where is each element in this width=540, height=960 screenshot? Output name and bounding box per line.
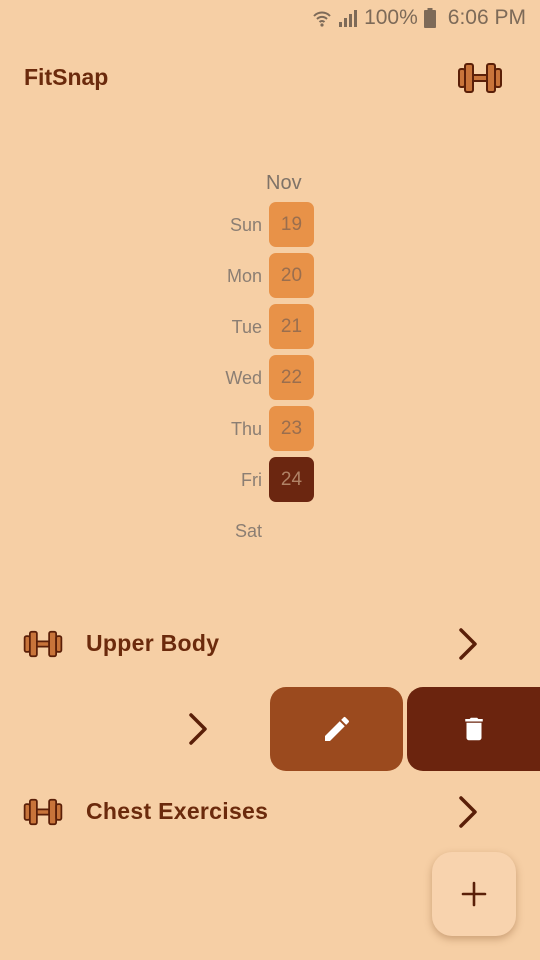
chevron-right-icon[interactable] — [454, 794, 482, 830]
edit-button[interactable] — [270, 687, 403, 771]
day-name: Mon — [226, 266, 262, 286]
day-name: Tue — [231, 317, 262, 337]
trash-icon — [464, 717, 483, 741]
day-row-thu[interactable]: Thu 23 — [0, 406, 540, 452]
day-row-mon[interactable]: Mon 20 — [0, 253, 540, 299]
day-number[interactable]: 21 — [269, 304, 314, 349]
battery-percent: 100% — [364, 6, 418, 29]
day-row-sun[interactable]: Sun 19 — [0, 202, 540, 248]
plus-icon — [461, 881, 487, 907]
day-row-wed[interactable]: Wed 22 — [0, 355, 540, 401]
day-name: Sat — [234, 521, 262, 541]
workout-item-chest-exercises[interactable]: Chest Exercises — [0, 782, 540, 842]
day-name: Fri — [241, 470, 262, 490]
pencil-icon — [324, 716, 349, 741]
add-workout-button[interactable] — [432, 852, 516, 936]
workout-item-upper-body[interactable]: Upper Body — [0, 614, 540, 674]
month-label: Nov — [266, 172, 302, 194]
workout-label: Upper Body — [86, 630, 220, 656]
workout-item-swiped[interactable] — [0, 686, 540, 772]
app-title: FitSnap — [24, 64, 109, 90]
chevron-right-icon[interactable] — [454, 626, 482, 662]
day-name: Thu — [230, 419, 262, 439]
wifi-icon — [313, 11, 331, 27]
clock: 6:06 PM — [447, 6, 526, 29]
day-row-fri[interactable]: Fri 24 — [0, 457, 540, 503]
day-number[interactable]: 22 — [269, 355, 314, 400]
signal-icon — [339, 10, 358, 27]
chevron-right-icon[interactable] — [184, 711, 212, 747]
day-name: Wed — [225, 368, 262, 388]
day-number[interactable]: 20 — [269, 253, 314, 298]
dumbbell-icon — [22, 628, 64, 660]
status-bar: 100% 6:06 PM — [0, 0, 540, 36]
dumbbell-icon[interactable] — [456, 60, 504, 96]
day-number[interactable]: 19 — [269, 202, 314, 247]
day-number[interactable]: 23 — [269, 406, 314, 451]
day-name: Sun — [229, 215, 262, 235]
dumbbell-icon — [22, 796, 64, 828]
workout-label: Chest Exercises — [86, 798, 269, 824]
day-row-tue[interactable]: Tue 21 — [0, 304, 540, 350]
day-number-selected[interactable]: 24 — [269, 457, 314, 502]
day-row-sat[interactable]: Sat — [0, 508, 540, 554]
delete-button[interactable] — [407, 687, 540, 771]
battery-icon — [423, 8, 436, 28]
